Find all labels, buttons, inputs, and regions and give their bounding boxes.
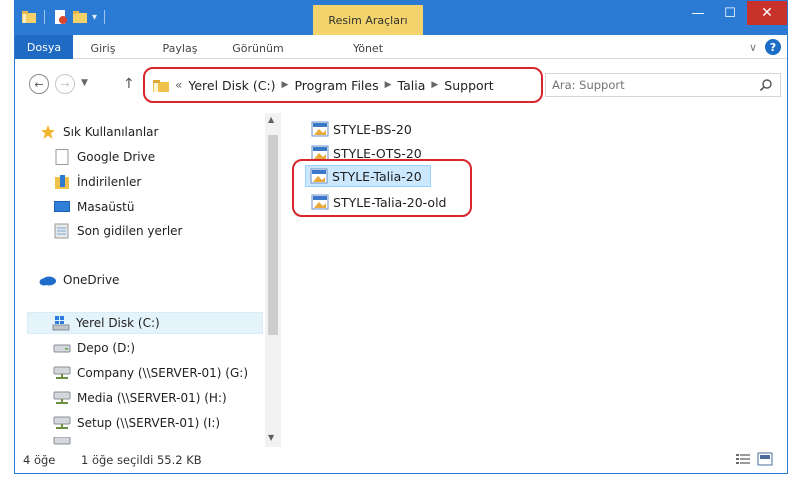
back-button[interactable]: ← (29, 74, 49, 94)
item-count: 4 öğe (23, 453, 56, 467)
file-item[interactable]: STYLE-Talia-20-old (307, 191, 450, 213)
search-box[interactable] (545, 73, 781, 97)
nav-recent-places[interactable]: Son gidilen yerler (53, 220, 183, 242)
search-icon[interactable] (759, 78, 773, 92)
file-name: STYLE-OTS-20 (333, 145, 422, 161)
breadcrumb-program-files[interactable]: Program Files (294, 78, 378, 93)
close-button[interactable]: ✕ (747, 1, 787, 25)
nav-depo-d[interactable]: Depo (D:) (53, 337, 135, 359)
file-item[interactable]: STYLE-OTS-20 (307, 142, 426, 164)
file-item[interactable]: STYLE-BS-20 (307, 118, 416, 140)
document-icon (53, 149, 71, 165)
tab-view[interactable]: Görünüm (225, 38, 291, 58)
new-folder-icon[interactable] (72, 9, 88, 25)
nav-label: Depo (D:) (77, 341, 136, 355)
breadcrumb-arrow-icon[interactable]: ▶ (431, 80, 438, 90)
details-view-icon[interactable] (735, 452, 751, 466)
star-icon (39, 124, 57, 140)
tab-home[interactable]: Giriş (83, 38, 123, 58)
explorer-window: ▾ Resim Araçları — ☐ ✕ Dosya Giriş Payla… (14, 0, 788, 474)
nav-label: Sık Kullanılanlar (63, 125, 159, 139)
breadcrumb-arrow-icon[interactable]: ▶ (385, 80, 392, 90)
scroll-thumb[interactable] (268, 135, 278, 335)
file-item-selected[interactable]: STYLE-Talia-20 (305, 165, 431, 187)
image-file-icon (311, 194, 329, 210)
expand-ribbon-icon[interactable]: ∨ (749, 41, 757, 54)
nav-pane-scrollbar[interactable]: ▲ ▼ (265, 113, 281, 447)
nav-label: Company (\\SERVER-01) (G:) (77, 366, 248, 380)
breadcrumb-support[interactable]: Support (444, 78, 493, 93)
recent-places-icon (53, 223, 71, 239)
nav-setup-i[interactable]: Setup (\\SERVER-01) (I:) (53, 412, 220, 434)
scroll-up-icon[interactable]: ▲ (268, 115, 274, 124)
address-bar[interactable]: « Yerel Disk (C:) ▶ Program Files ▶ Tali… (143, 67, 543, 103)
breadcrumb-local-disk[interactable]: Yerel Disk (C:) (188, 78, 275, 93)
nav-company-g[interactable]: Company (\\SERVER-01) (G:) (53, 362, 248, 384)
status-bar: 4 öğe 1 öğe seçildi 55.2 KB (15, 447, 787, 473)
address-overflow[interactable]: « (175, 78, 182, 92)
toolbar-separator (44, 10, 45, 24)
nav-onedrive[interactable]: OneDrive (39, 269, 119, 291)
image-file-icon (311, 145, 329, 161)
help-icon[interactable]: ? (765, 39, 781, 55)
navigation-pane: Sık Kullanılanlar Google Drive İndirilen… (15, 109, 281, 449)
ribbon-controls: ∨ ? (749, 39, 781, 55)
properties-icon[interactable] (52, 9, 68, 25)
context-group-label: Resim Araçları (313, 5, 423, 35)
file-name: STYLE-BS-20 (333, 121, 412, 137)
title-bar: ▾ Resim Araçları — ☐ ✕ (15, 1, 787, 35)
recent-locations-icon[interactable]: ▼ (81, 78, 88, 88)
nav-google-drive[interactable]: Google Drive (53, 146, 155, 168)
maximize-button[interactable]: ☐ (715, 1, 745, 25)
tab-file[interactable]: Dosya (15, 35, 73, 59)
windows-drive-icon (52, 315, 70, 331)
minimize-button[interactable]: — (683, 1, 713, 25)
network-drive-icon (53, 390, 71, 406)
quick-access-toolbar: ▾ (21, 9, 108, 25)
search-input[interactable] (552, 78, 752, 92)
downloads-icon (53, 174, 71, 190)
image-file-icon (311, 121, 329, 137)
tab-share[interactable]: Paylaş (155, 38, 205, 58)
drive-icon (53, 340, 71, 356)
nav-media-h[interactable]: Media (\\SERVER-01) (H:) (53, 387, 227, 409)
breadcrumb-talia[interactable]: Talia (398, 78, 426, 93)
large-icons-view-icon[interactable] (757, 452, 773, 466)
ribbon-tab-row: Dosya Giriş Paylaş Görünüm Yönet ∨ ? (15, 35, 787, 59)
up-one-level-icon[interactable]: ↑ (123, 76, 135, 92)
nav-label: Media (\\SERVER-01) (H:) (77, 391, 227, 405)
nav-downloads[interactable]: İndirilenler (53, 171, 141, 193)
file-name: STYLE-Talia-20-old (333, 194, 447, 210)
nav-desktop[interactable]: Masaüstü (53, 196, 134, 218)
nav-label: Google Drive (77, 150, 156, 164)
selection-info: 1 öğe seçildi 55.2 KB (81, 453, 202, 467)
nav-label: OneDrive (63, 273, 120, 287)
image-file-icon (310, 168, 328, 184)
scroll-down-icon[interactable]: ▼ (268, 433, 274, 442)
nav-label: Son gidilen yerler (77, 224, 183, 238)
customize-toolbar-icon[interactable]: ▾ (92, 12, 97, 23)
breadcrumb-arrow-icon[interactable]: ▶ (282, 80, 289, 90)
desktop-icon (53, 199, 71, 215)
nav-label: Yerel Disk (C:) (76, 316, 160, 330)
network-drive-icon (53, 365, 71, 381)
tab-manage[interactable]: Yönet (323, 38, 413, 58)
file-name: STYLE-Talia-20 (332, 168, 422, 184)
forward-button[interactable]: → (55, 74, 75, 94)
folder-icon[interactable] (21, 9, 37, 25)
cloud-icon (39, 272, 57, 288)
toolbar-separator (104, 10, 106, 24)
network-drive-icon (53, 415, 71, 431)
nav-local-disk-c[interactable]: Yerel Disk (C:) (27, 312, 263, 334)
navigation-bar: ← → ▼ ↑ « Yerel Disk (C:) ▶ Program File… (15, 59, 787, 107)
nav-favorites[interactable]: Sık Kullanılanlar (39, 121, 158, 143)
nav-label: Masaüstü (77, 200, 135, 214)
folder-icon (153, 79, 169, 92)
nav-label: İndirilenler (77, 175, 142, 189)
nav-label: Setup (\\SERVER-01) (I:) (77, 416, 221, 430)
